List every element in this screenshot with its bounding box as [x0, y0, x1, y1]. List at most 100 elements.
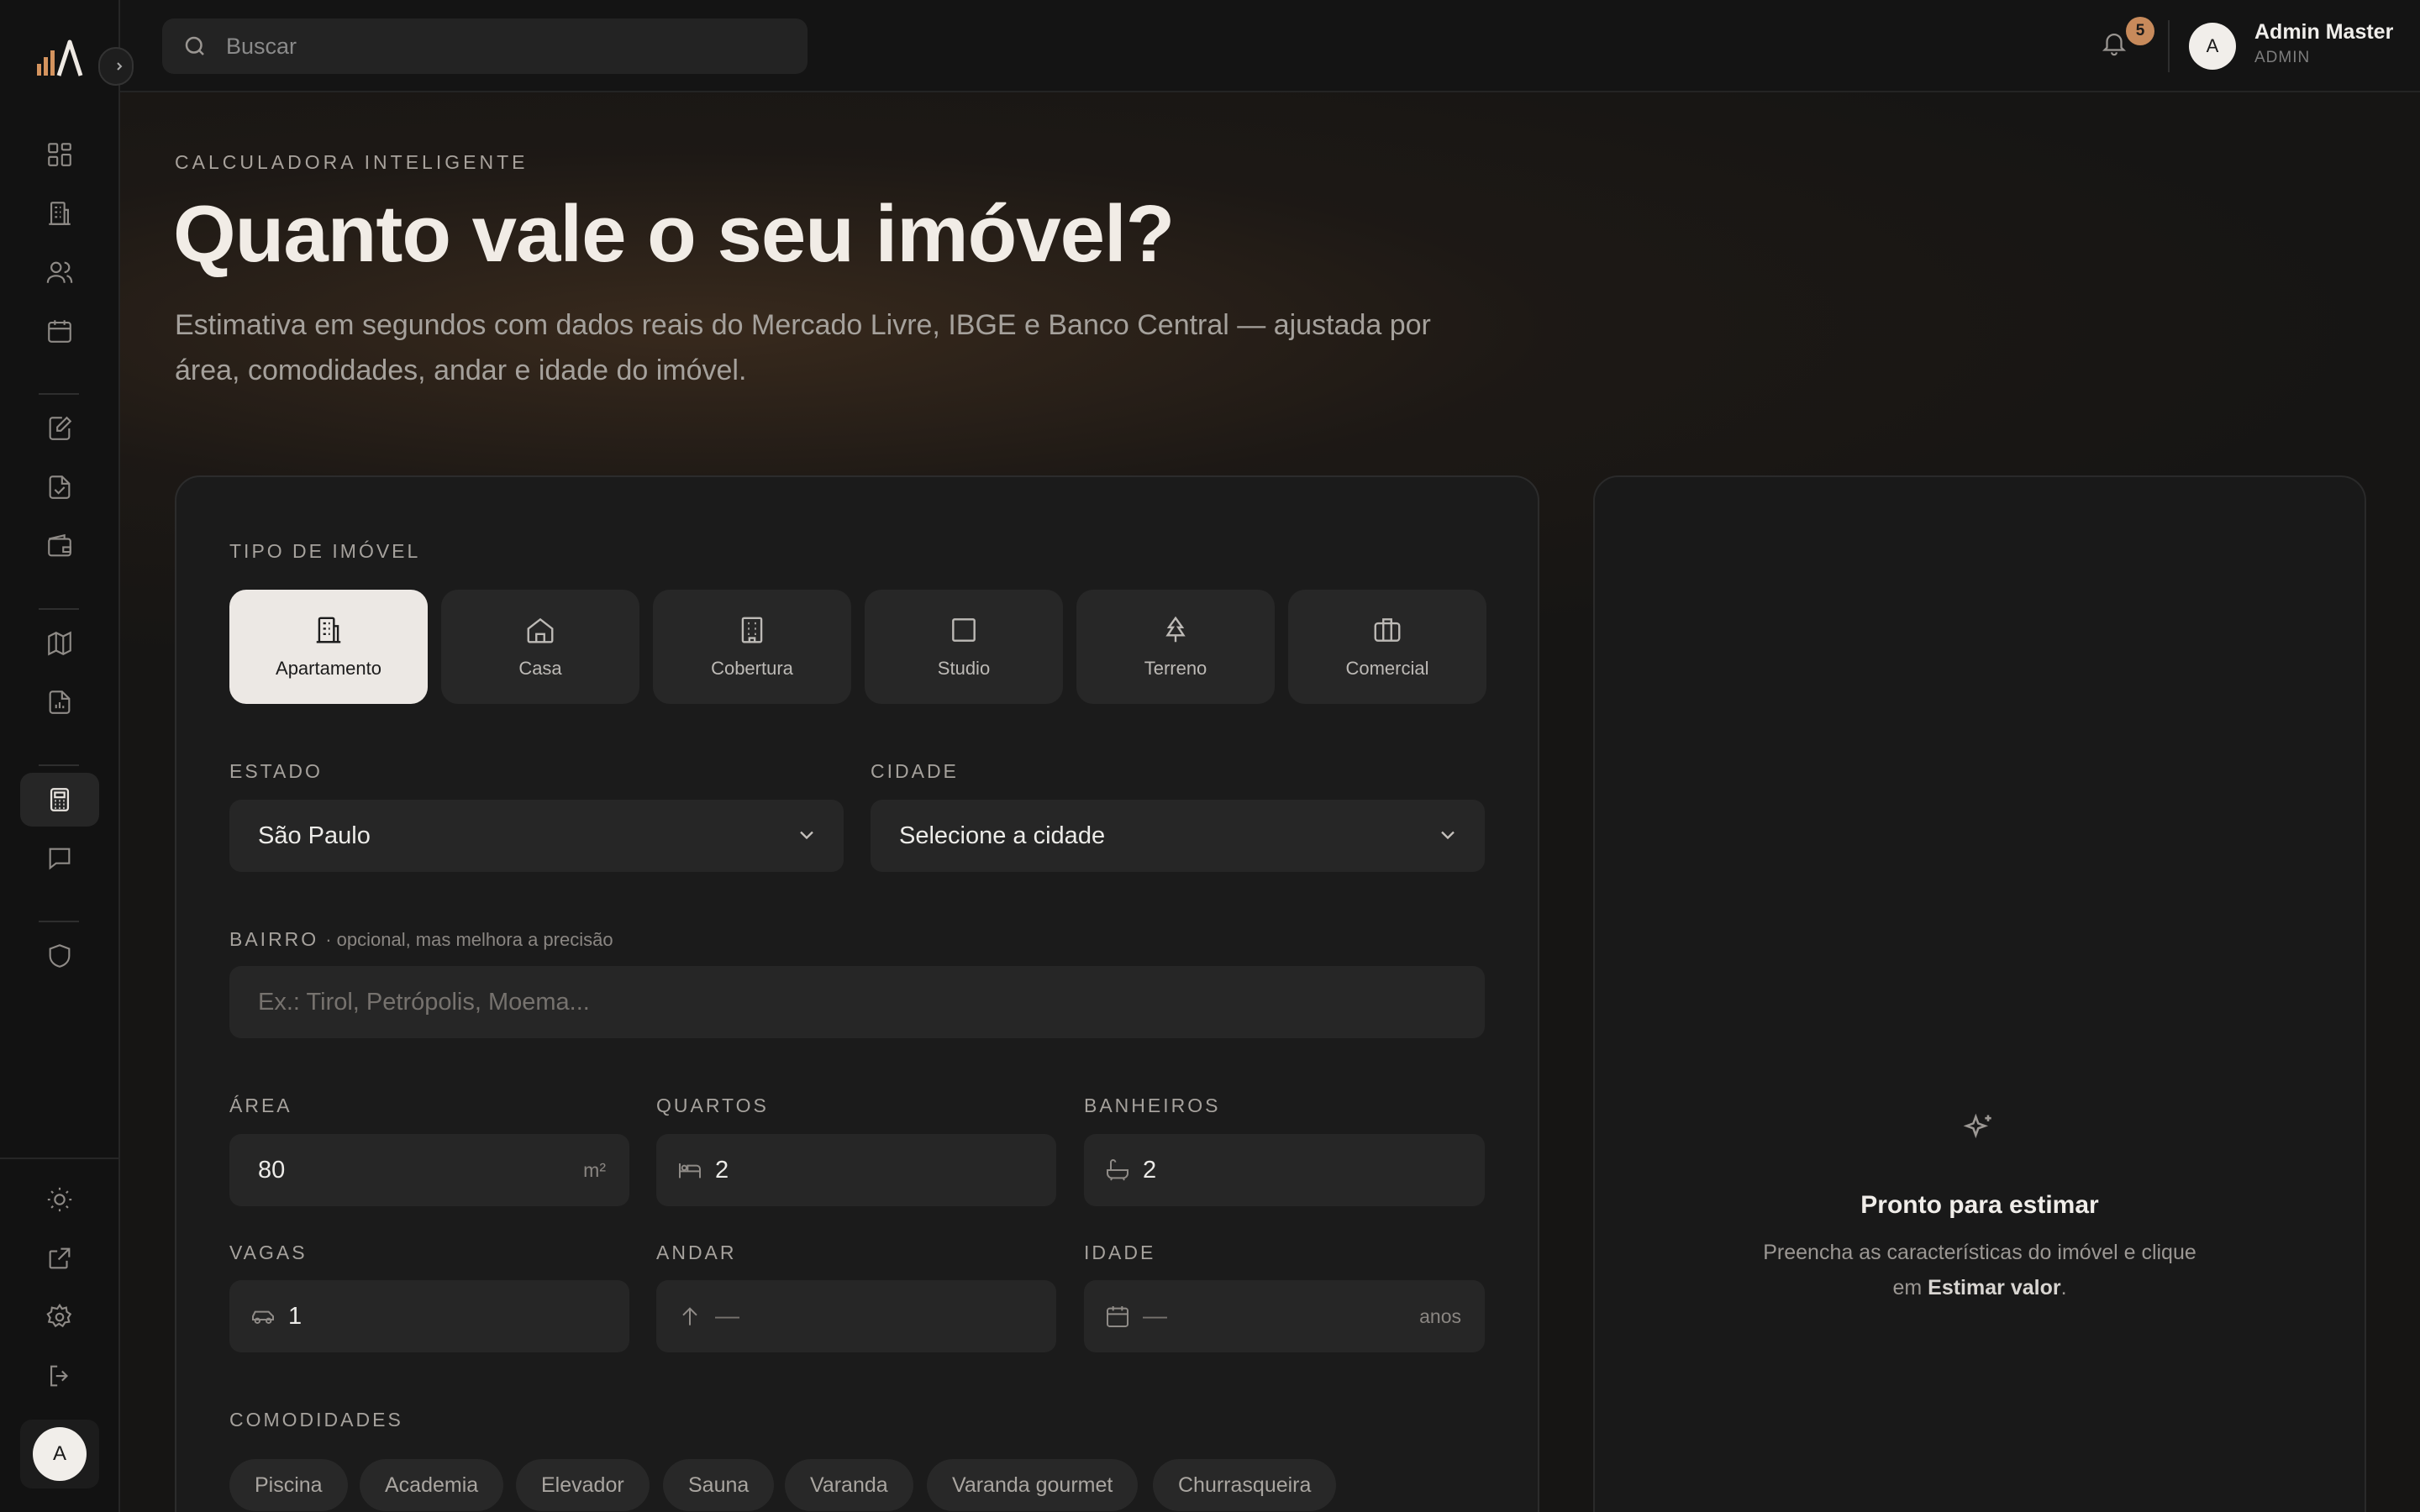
user-role: ADMIN: [2254, 49, 2311, 66]
sidebar-profile-button[interactable]: A: [20, 1420, 99, 1488]
type-commercial-button[interactable]: Comercial: [1288, 590, 1486, 704]
result-empty-title: Pronto para estimar: [1860, 1191, 2099, 1219]
building-grid-icon: [741, 617, 763, 643]
area-value: 80: [258, 1156, 286, 1184]
result-card: [1593, 475, 2366, 1512]
sun-icon: [47, 1187, 72, 1212]
tree-icon: [1165, 616, 1186, 643]
type-penthouse-button[interactable]: Cobertura: [653, 590, 851, 704]
building-icon: [316, 617, 341, 643]
open-site-button[interactable]: [20, 1231, 99, 1285]
edit-document-icon: [49, 416, 72, 440]
dashboard-icon: [48, 143, 71, 166]
sidebar-item-map[interactable]: [20, 617, 99, 670]
sidebar: A: [0, 0, 134, 1512]
users-icon: [46, 261, 73, 283]
floor-label: ANDAR: [656, 1242, 737, 1263]
sidebar-item-calendar[interactable]: [20, 304, 99, 358]
amenity-chip[interactable]: Varanda: [785, 1459, 913, 1511]
age-label: IDADE: [1084, 1242, 1156, 1263]
sidebar-item-reports[interactable]: [20, 675, 99, 729]
user-name[interactable]: Admin Master: [2254, 20, 2393, 45]
type-land-button[interactable]: Terreno: [1076, 590, 1275, 704]
chevron-down-icon: [800, 831, 813, 840]
amenity-chip[interactable]: Piscina: [229, 1459, 348, 1511]
building-icon: [49, 202, 71, 225]
logout-button[interactable]: [20, 1349, 99, 1403]
sidebar-item-contracts[interactable]: [20, 460, 99, 514]
search-icon: [185, 36, 204, 55]
amenities-label: COMODIDADES: [229, 1409, 403, 1431]
user-avatar[interactable]: A: [2189, 23, 2236, 70]
chevron-right-icon: [117, 62, 123, 71]
calendar-icon: [48, 320, 71, 343]
area-label: ÁREA: [229, 1095, 292, 1116]
neighborhood-label: BAIRRO · opcional, mas melhora a precisão: [229, 928, 613, 951]
sidebar-item-dashboard[interactable]: [20, 128, 99, 181]
floor-input[interactable]: —: [656, 1280, 1056, 1352]
sidebar-item-properties[interactable]: [20, 186, 99, 240]
age-input[interactable]: — anos: [1084, 1280, 1485, 1352]
neighborhood-input[interactable]: Ex.: Tirol, Petrópolis, Moema...: [229, 966, 1485, 1038]
page-subtitle: Estimativa em segundos com dados reais d…: [175, 309, 1431, 386]
sidebar-item-admin[interactable]: [20, 929, 99, 983]
wallet-icon: [48, 533, 71, 557]
sidebar-item-proposals[interactable]: [20, 402, 99, 455]
sidebar-item-clients[interactable]: [20, 245, 99, 299]
parking-value: 1: [288, 1302, 302, 1330]
amenity-chip[interactable]: Academia: [360, 1459, 504, 1511]
amenity-chip[interactable]: Sauna: [663, 1459, 775, 1511]
type-label: Terreno: [1144, 658, 1207, 679]
type-house-button[interactable]: Casa: [441, 590, 639, 704]
settings-button[interactable]: [20, 1290, 99, 1344]
amenity-chip[interactable]: Elevador: [516, 1459, 650, 1511]
avatar: A: [33, 1427, 87, 1481]
result-text-after: .: [2060, 1276, 2067, 1299]
shield-icon: [49, 944, 71, 968]
calendar-icon: [1107, 1306, 1128, 1327]
parking-label: VAGAS: [229, 1242, 308, 1263]
type-apartment-button[interactable]: Apartamento: [229, 590, 428, 704]
rooms-input[interactable]: 2: [656, 1134, 1056, 1206]
bell-icon: [2102, 34, 2127, 56]
chevron-down-icon: [1441, 831, 1455, 840]
neighborhood-placeholder: Ex.: Tirol, Petrópolis, Moema...: [258, 988, 590, 1016]
type-studio-button[interactable]: Studio: [865, 590, 1063, 704]
bathrooms-label: BANHEIROS: [1084, 1095, 1221, 1116]
sidebar-item-finance[interactable]: [20, 519, 99, 573]
type-label: Apartamento: [276, 658, 381, 679]
age-unit: anos: [1419, 1305, 1461, 1327]
result-empty-text: Preencha as características do imóvel e …: [1748, 1235, 2212, 1305]
age-value: —: [1143, 1302, 1167, 1330]
square-icon: [952, 618, 976, 642]
sidebar-item-messages[interactable]: [20, 832, 99, 885]
collapse-sidebar-button[interactable]: [98, 47, 134, 86]
search-box[interactable]: [162, 18, 808, 74]
notification-count-badge: 5: [2126, 17, 2154, 45]
chat-icon: [49, 848, 71, 870]
parking-input[interactable]: 1: [229, 1280, 629, 1352]
area-input[interactable]: 80 m²: [229, 1134, 629, 1206]
neighborhood-hint: · opcional, mas melhora a precisão: [325, 929, 613, 950]
bathrooms-value: 2: [1143, 1156, 1157, 1184]
checked-document-icon: [49, 475, 71, 499]
amenity-chip[interactable]: Varanda gourmet: [927, 1459, 1139, 1511]
city-select[interactable]: Selecione a cidade: [871, 800, 1485, 872]
state-label: ESTADO: [229, 760, 323, 782]
bathrooms-input[interactable]: 2: [1084, 1134, 1485, 1206]
bed-icon: [679, 1163, 701, 1179]
floor-value: —: [715, 1302, 739, 1330]
bath-icon: [1107, 1159, 1128, 1181]
search-input[interactable]: [226, 33, 772, 60]
gear-icon: [46, 1303, 72, 1328]
rooms-label: QUARTOS: [656, 1095, 769, 1116]
estimate-link-text: Estimar valor: [1928, 1276, 2061, 1299]
state-select[interactable]: São Paulo: [229, 800, 844, 872]
amenity-chip[interactable]: Churrasqueira: [1153, 1459, 1337, 1511]
theme-toggle-button[interactable]: [20, 1173, 99, 1226]
logo[interactable]: [35, 39, 84, 77]
sidebar-item-calculator[interactable]: [20, 773, 99, 827]
calculator-icon: [50, 788, 70, 811]
property-type-label: TIPO DE IMÓVEL: [229, 540, 421, 562]
neighborhood-label-text: BAIRRO: [229, 928, 319, 950]
